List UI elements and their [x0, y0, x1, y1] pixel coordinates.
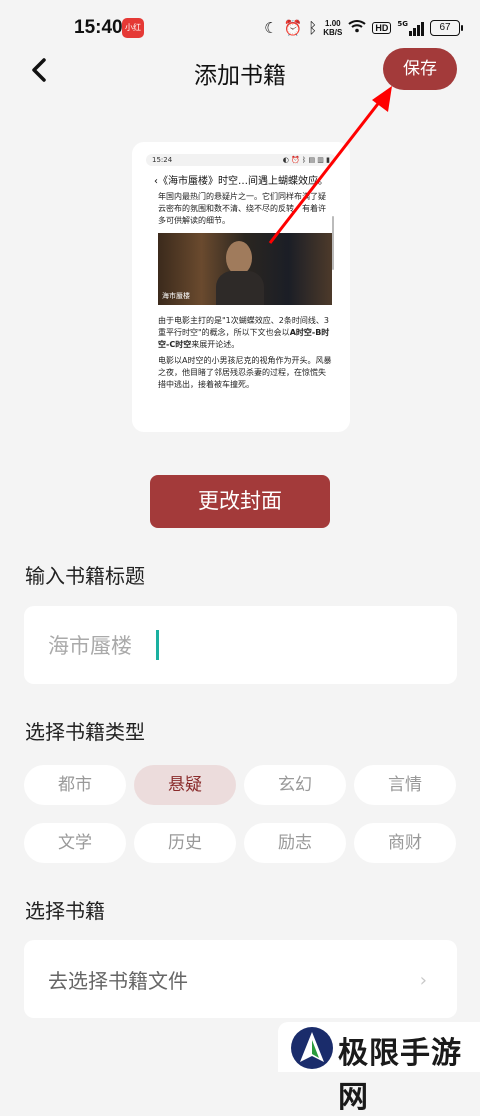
cover-image: 海市蜃楼 [158, 233, 332, 305]
chip-wenxue[interactable]: 文学 [24, 823, 126, 863]
wifi-icon [348, 19, 367, 37]
cover-headline: ‹《海市蜃楼》时空…间遇上蝴蝶效应。 [154, 176, 328, 187]
select-file-text: 去选择书籍文件 [48, 969, 188, 993]
chip-yanqing[interactable]: 言情 [354, 765, 456, 805]
status-time: 15:40 [74, 17, 123, 38]
status-icons: ☾ ⏰ ᛒ 1.00 KB/S HD 5G 67 [264, 16, 463, 40]
type-section-label: 选择书籍类型 [25, 720, 145, 744]
select-file-row[interactable]: 去选择书籍文件 › [24, 940, 457, 1018]
title-input[interactable] [48, 630, 428, 660]
signal-icon: 5G [397, 20, 424, 36]
hd-icon: HD [372, 22, 392, 34]
battery-icon: 67 [430, 20, 463, 36]
text-cursor [156, 630, 159, 660]
chip-xuanhuan[interactable]: 玄幻 [244, 765, 346, 805]
save-button[interactable]: 保存 [383, 48, 457, 90]
chip-lizhi[interactable]: 励志 [244, 823, 346, 863]
chip-xuanyi[interactable]: 悬疑 [134, 765, 236, 805]
net-speed: 1.00 KB/S [323, 19, 343, 37]
chip-dushi[interactable]: 都市 [24, 765, 126, 805]
watermark: 极限手游网 [278, 1022, 480, 1115]
cover-scrollbar [332, 216, 334, 270]
cover-image-caption: 海市蜃楼 [162, 292, 190, 300]
change-cover-button[interactable]: 更改封面 [150, 475, 330, 528]
chevron-right-icon: › [419, 970, 427, 991]
title-field-container [24, 606, 457, 684]
file-section-label: 选择书籍 [25, 899, 105, 923]
watermark-text: 极限手游网 [338, 1036, 462, 1115]
chip-lishi[interactable]: 历史 [134, 823, 236, 863]
app-notification-icon: 小红书 [122, 18, 144, 38]
cover-paragraph-1: 年国内最热门的悬疑片之一。它们同样布满了疑云密布的氛围和数不清、绕不尽的反转，有… [158, 192, 326, 225]
alarm-icon: ⏰ [283, 19, 303, 37]
moon-icon: ☾ [264, 19, 278, 37]
cover-paragraph-2: 由于电影主打的是"1次蝴蝶效应、2条时间线、3重平行时空"的概念，所以下文也会以… [158, 316, 330, 349]
bluetooth-icon: ᛒ [308, 19, 318, 37]
type-chip-group: 都市 悬疑 玄幻 言情 文学 历史 励志 商财 [24, 765, 457, 863]
cover-paragraph-3: 电影以A时空的小男孩尼克的视角作为开头。风暴之夜，他目睹了邻居残忍杀妻的过程，在… [158, 356, 332, 389]
cover-screenshot: 15:24 ◐ ⏰ ᛒ ▤ ▥ ▮ ‹《海市蜃楼》时空…间遇上蝴蝶效应。 年国内… [146, 154, 336, 420]
chip-shangcai[interactable]: 商财 [354, 823, 456, 863]
cover-status-bar: 15:24 ◐ ⏰ ᛒ ▤ ▥ ▮ [146, 154, 336, 166]
cover-preview: 15:24 ◐ ⏰ ᛒ ▤ ▥ ▮ ‹《海市蜃楼》时空…间遇上蝴蝶效应。 年国内… [132, 142, 350, 432]
title-section-label: 输入书籍标题 [25, 564, 145, 588]
watermark-logo-icon [291, 1027, 333, 1069]
